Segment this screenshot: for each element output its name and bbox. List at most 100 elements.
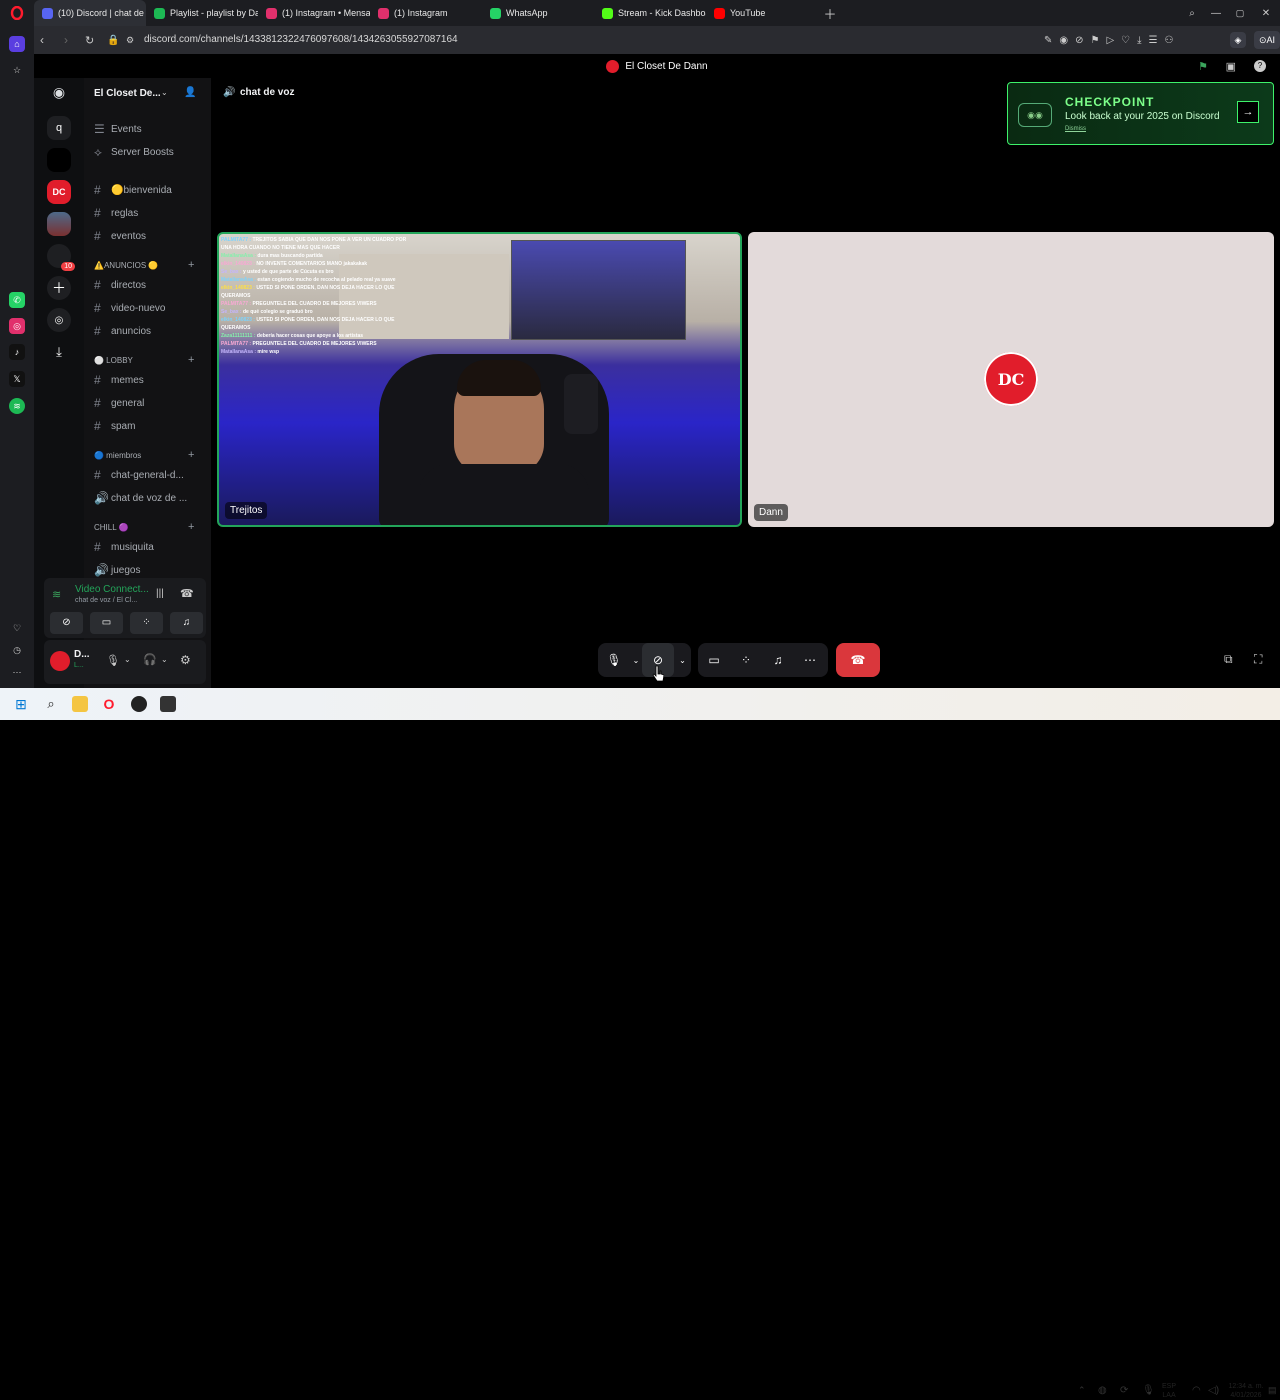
create-channel-icon[interactable]: + [188, 259, 194, 271]
channel-video-nuevo[interactable]: # video-nuevo [94, 301, 165, 315]
chevron-down-icon[interactable]: ⌄ [674, 643, 691, 677]
arrow-right-icon[interactable]: → [1237, 101, 1259, 123]
whatsapp-icon[interactable]: ✆ [9, 292, 25, 308]
x-icon[interactable]: 𝕏 [9, 371, 25, 387]
browser-tab[interactable]: (1) Instagram [370, 0, 482, 26]
inbox-icon[interactable]: ▣ [1226, 60, 1236, 73]
microphone-icon[interactable]: 🎙 [598, 643, 630, 677]
category-lobby[interactable]: ⚪ LOBBY [94, 356, 133, 365]
url-text[interactable]: discord.com/channels/1433812322476097608… [144, 34, 458, 45]
download-icon[interactable]: ⤓ [47, 340, 71, 364]
search-tabs-icon[interactable]: ⌕ [1180, 8, 1204, 19]
chevron-down-icon[interactable]: ⌄ [161, 655, 168, 664]
guild-q[interactable]: q [47, 116, 71, 140]
site-settings-icon[interactable]: ⚙ [126, 35, 134, 46]
network-icon[interactable]: ◍ [1098, 1385, 1107, 1396]
file-explorer-icon[interactable] [72, 696, 88, 712]
avatar[interactable] [50, 651, 70, 671]
category-miembros[interactable]: 🔵 miembros [94, 451, 141, 460]
create-channel-icon[interactable]: + [188, 354, 194, 366]
username[interactable]: D... [74, 649, 90, 660]
reload-icon[interactable]: ↻ [85, 34, 94, 47]
channel-chat-de-voz[interactable]: 🔊 chat de voz de ... [94, 491, 187, 505]
dismiss-link[interactable]: Dismiss [1065, 126, 1086, 132]
microphone-icon[interactable]: 🎙 [106, 654, 120, 667]
browser-tab[interactable]: Playlist - playlist by Dairon [146, 0, 258, 26]
popout-icon[interactable]: ⧉ [1224, 652, 1233, 667]
notification-icon[interactable]: ▤ [1268, 1385, 1277, 1396]
soundboard-button-icon[interactable]: ♫ [170, 612, 203, 634]
chevron-down-icon[interactable]: ⌄ [124, 655, 131, 664]
browser-tab[interactable]: Stream - Kick Dashboard [594, 0, 706, 26]
app-taskbar-icon-2[interactable] [160, 696, 176, 712]
browser-tab[interactable]: YouTube [706, 0, 818, 26]
disconnect-button[interactable]: ☎ [836, 643, 880, 677]
video-tile-trejitos[interactable]: PALMITA77 : TREJITOS SABIA QUE DAN NOS P… [217, 232, 742, 527]
maximize-icon[interactable]: ▢ [1228, 8, 1252, 19]
guild-badge[interactable]: 10 [47, 244, 75, 271]
spotify-icon[interactable]: ≋ [9, 398, 25, 414]
channel-directos[interactable]: # directos [94, 278, 146, 292]
help-icon[interactable]: ? [1254, 60, 1266, 72]
explore-icon[interactable]: ◎ [47, 308, 71, 332]
address-bar-tools-icon[interactable]: ✎◉⊘⚑▷♡⤓☰⚇ [1044, 35, 1180, 46]
extension-icon[interactable]: ◈ [1230, 32, 1246, 48]
events-item[interactable]: ☰ Events [94, 122, 142, 136]
channel-spam[interactable]: # spam [94, 419, 135, 433]
channel-juegos[interactable]: 🔊 juegos [94, 563, 140, 577]
close-window-icon[interactable]: ✕ [1252, 8, 1280, 19]
guild-dark[interactable] [47, 148, 71, 172]
activities-icon[interactable]: ⁘ [130, 612, 163, 634]
chevron-down-icon[interactable]: ⌄ [630, 643, 642, 677]
ai-button[interactable]: ⊙AI [1254, 31, 1280, 49]
history-icon[interactable]: ◷ [9, 642, 25, 658]
language-indicator[interactable]: ESP LAA [1162, 1382, 1176, 1400]
wifi-icon[interactable]: ◠ [1192, 1385, 1201, 1396]
guild-avatar[interactable] [47, 212, 71, 236]
flag-icon[interactable]: ⚑ [1198, 60, 1208, 73]
browser-tab[interactable]: WhatsApp [482, 0, 594, 26]
add-server-icon[interactable]: ＋ [47, 276, 71, 300]
opera-logo-icon[interactable] [0, 0, 34, 26]
opera-taskbar-icon[interactable]: O [101, 696, 117, 712]
channel-general[interactable]: # general [94, 396, 144, 410]
more-icon[interactable]: ⋯ [9, 664, 25, 680]
heart-icon[interactable]: ♡ [9, 620, 25, 636]
activities-icon[interactable]: ⁘ [730, 643, 762, 677]
server-boosts-item[interactable]: ⟡ Server Boosts [94, 145, 174, 160]
channel-memes[interactable]: # memes [94, 373, 144, 387]
category-anuncios[interactable]: ⚠️ANUNCIOS 🟡 [94, 261, 158, 270]
create-channel-icon[interactable]: + [188, 449, 194, 461]
settings-gear-icon[interactable]: ⚙ [180, 653, 191, 667]
app-taskbar-icon[interactable] [131, 696, 147, 712]
fullscreen-icon[interactable]: ⛶ [1254, 652, 1262, 667]
volume-icon[interactable]: ◁) [1208, 1385, 1219, 1396]
headphones-icon[interactable]: 🎧 [143, 653, 157, 666]
star-icon[interactable]: ☆ [9, 62, 25, 78]
search-icon[interactable]: ⌕ [43, 696, 59, 712]
guild-el-closet[interactable]: DC [47, 180, 71, 204]
more-options-icon[interactable]: ⋯ [794, 643, 826, 677]
soundboard-icon[interactable]: ♫ [762, 643, 794, 677]
new-tab-icon[interactable]: ＋ [818, 4, 842, 23]
channel-eventos[interactable]: # eventos [94, 229, 146, 243]
checkpoint-banner[interactable]: ◉◉ CHECKPOINT Look back at your 2025 on … [1007, 82, 1274, 145]
screen-share-icon[interactable]: ▭ [90, 612, 123, 634]
browser-tab[interactable]: (1) Instagram • Mensajes [258, 0, 370, 26]
soundboard-icon[interactable]: ||| [156, 588, 164, 599]
mic-tray-icon[interactable]: 🎙 [1142, 1385, 1155, 1396]
screen-share-icon[interactable]: ▭ [698, 643, 730, 677]
windows-start-icon[interactable]: ⊞ [13, 696, 29, 712]
category-chill[interactable]: CHILL 🟣 [94, 523, 129, 532]
invite-icon[interactable]: 👤 [184, 87, 196, 98]
channel-bienvenida[interactable]: # 🟡bienvenida [94, 183, 172, 197]
video-tile-dann[interactable]: DC Dann [748, 232, 1274, 527]
browser-tab[interactable]: (10) Discord | chat de [34, 0, 146, 26]
disconnect-icon[interactable]: ☎ [180, 587, 194, 600]
channel-anuncios[interactable]: # anuncios [94, 324, 151, 338]
forward-icon[interactable]: › [64, 33, 68, 47]
tiktok-icon[interactable]: ♪ [9, 344, 25, 360]
channel-chat-general[interactable]: # chat-general-d... [94, 468, 184, 482]
create-channel-icon[interactable]: + [188, 521, 194, 533]
camera-off-icon[interactable]: ⊘ [50, 612, 83, 634]
